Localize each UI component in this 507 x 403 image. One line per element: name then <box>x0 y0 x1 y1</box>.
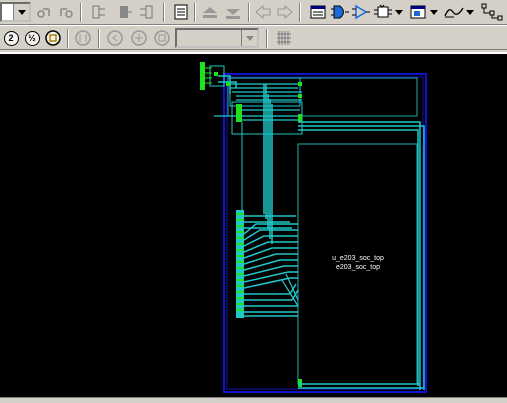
right-arrow-icon[interactable] <box>276 3 294 21</box>
schematic-canvas[interactable]: u_e203_soc_top e203_soc_top <box>0 52 507 397</box>
zoom-half-icon[interactable]: ½ <box>23 29 41 47</box>
status-bar <box>0 397 507 403</box>
flipflop-icon[interactable] <box>374 3 392 21</box>
schematic-hier-icon[interactable] <box>138 3 156 21</box>
module-name-label: e203_soc_top <box>336 264 380 271</box>
selection-combo[interactable] <box>0 2 31 22</box>
left-arrow-icon[interactable] <box>254 3 272 21</box>
toolbar-separator <box>248 3 250 22</box>
zoom-in-icon[interactable] <box>106 29 124 47</box>
report-icon[interactable] <box>172 3 190 21</box>
schematic-push-icon[interactable] <box>90 3 108 21</box>
chevron-down-icon[interactable] <box>465 3 475 21</box>
zoom-2-icon[interactable]: 2 <box>2 29 20 47</box>
move-down-icon[interactable] <box>224 3 242 21</box>
zoom-select-icon[interactable] <box>153 29 171 47</box>
list-view-icon[interactable] <box>309 3 327 21</box>
toolbar-separator <box>163 3 165 22</box>
fanout-wires <box>243 215 299 317</box>
back-history-icon[interactable] <box>36 3 54 21</box>
vertical-bus <box>241 84 273 244</box>
zoom-half-label: ½ <box>24 30 40 46</box>
chevron-down-icon[interactable] <box>394 3 404 21</box>
grid-icon[interactable] <box>275 29 293 47</box>
toolbar-separator <box>80 3 82 22</box>
window-icon[interactable] <box>409 3 427 21</box>
move-up-icon[interactable] <box>201 3 219 21</box>
toolbar-separator <box>299 3 301 22</box>
buffer-icon[interactable] <box>352 3 370 21</box>
zoom-combo[interactable] <box>175 28 259 48</box>
schematic-pop-icon[interactable] <box>116 3 134 21</box>
waveform-icon[interactable] <box>444 3 464 21</box>
zoom-2-label: 2 <box>3 30 19 46</box>
zoom-box-icon[interactable] <box>44 29 62 47</box>
chevron-down-icon[interactable] <box>429 3 439 21</box>
toolbar-separator <box>98 29 100 48</box>
toolbar-separator <box>67 29 69 48</box>
toolbar-separator <box>266 29 268 48</box>
gate-icon[interactable] <box>331 3 349 21</box>
toolbar-separator <box>194 3 196 22</box>
hierarchy-icon[interactable] <box>480 3 504 21</box>
left-port-bank <box>236 210 244 318</box>
dropdown-arrow-icon[interactable] <box>13 4 29 20</box>
dropdown-arrow-icon[interactable] <box>241 30 257 46</box>
zoom-toolbar: 2 ½ <box>0 25 507 50</box>
zoom-fit-icon[interactable] <box>74 29 92 47</box>
forward-history-icon[interactable] <box>56 3 74 21</box>
instance-name-label: u_e203_soc_top <box>332 255 384 262</box>
schematic-drawing: u_e203_soc_top e203_soc_top <box>200 62 427 393</box>
zoom-out-icon[interactable] <box>130 29 148 47</box>
main-toolbar <box>0 0 507 25</box>
